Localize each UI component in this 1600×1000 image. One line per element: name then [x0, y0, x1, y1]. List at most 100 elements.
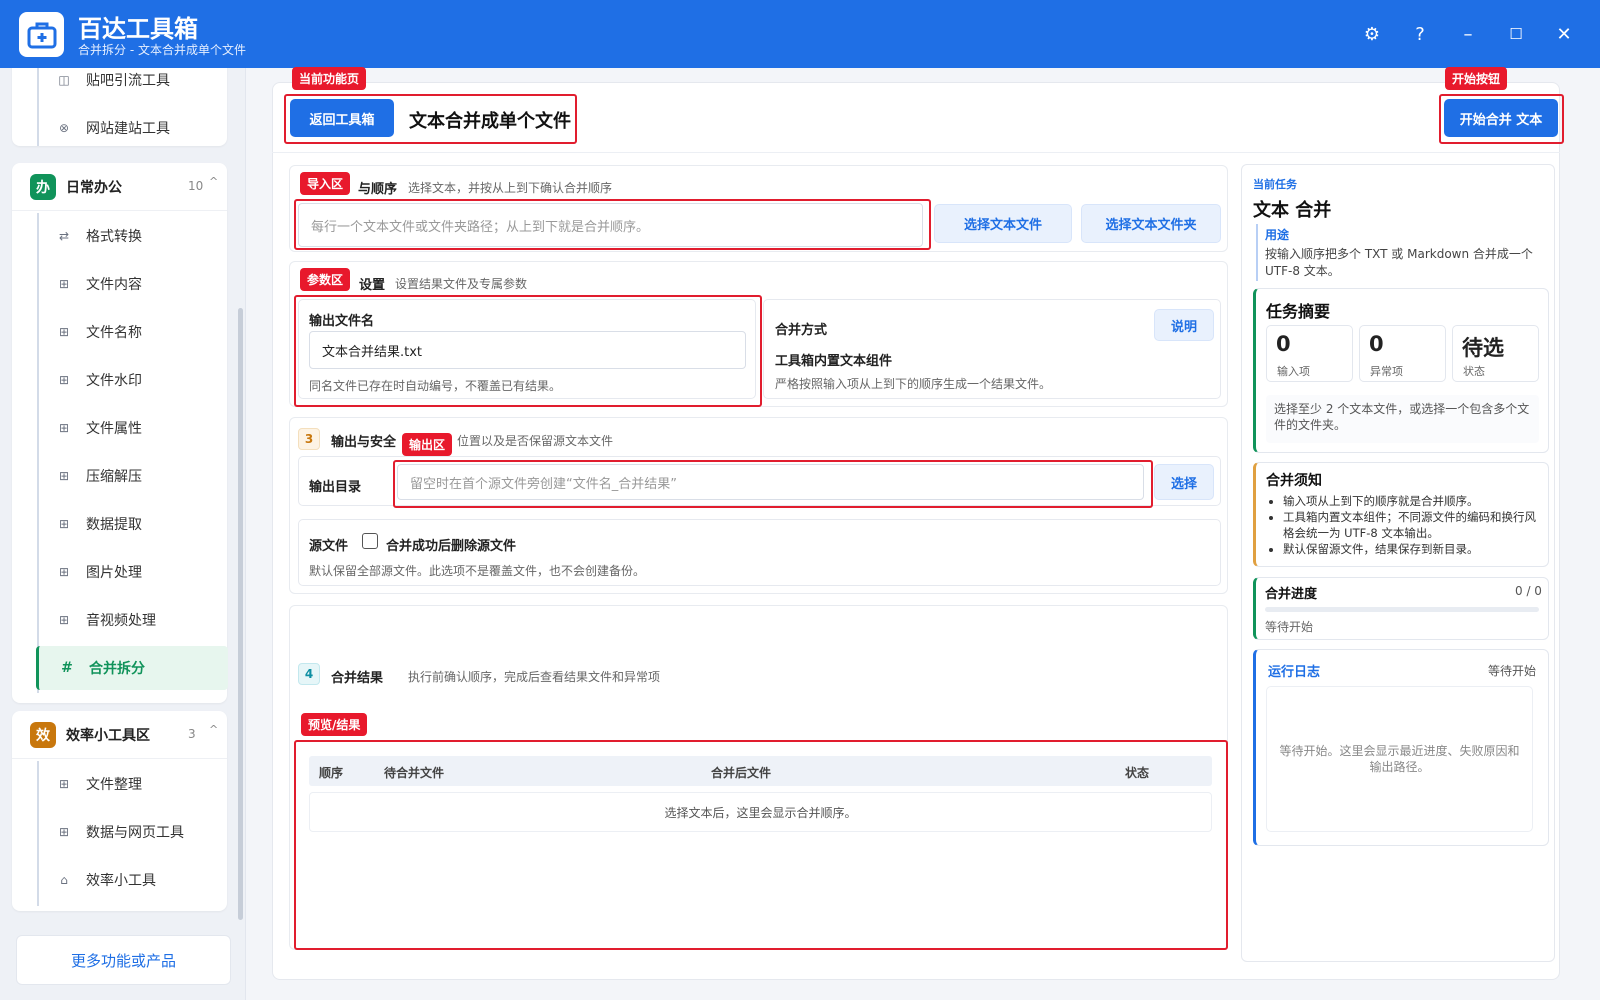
sidebar-item-label: 图片处理	[86, 565, 142, 581]
hash-icon: #	[61, 660, 73, 676]
close-icon[interactable]: ✕	[1550, 20, 1578, 48]
sidebar-item-label: 效率小工具	[86, 873, 156, 889]
sidebar-item-content[interactable]: ⊞ 文件内容	[36, 262, 228, 306]
page-title: 文本合并成单个文件	[409, 111, 571, 132]
stat-label: 输入项	[1277, 365, 1310, 378]
group-header-efficiency[interactable]: 效 效率小工具区 3 ^	[12, 711, 227, 759]
result-table-header: 顺序 待合并文件 合并后文件 状态	[309, 756, 1212, 786]
progress-status: 等待开始	[1265, 620, 1314, 634]
section-import-title: 与顺序	[358, 182, 398, 197]
sidebar-item-label: 贴吧引流工具	[86, 73, 170, 89]
delete-source-label[interactable]: 合并成功后删除源文件	[386, 535, 516, 554]
sidebar-item-web-data[interactable]: ⊞ 数据与网页工具	[36, 810, 228, 854]
summary-hint: 选择至少 2 个文本文件，或选择一个包含多个文件的文件夹。	[1266, 395, 1539, 443]
notes-title: 合并须知	[1266, 473, 1322, 489]
sidebar-item-label: 数据提取	[86, 517, 142, 533]
callout-output: 输出区	[402, 433, 453, 456]
sidebar-group-efficiency: 效 效率小工具区 3 ^ ⊞ 文件整理 ⊞ 数据与网页工具 ⌂ 效率小工具	[12, 711, 227, 911]
merge-mode-label: 合并方式	[775, 323, 828, 338]
sidebar-group-partial: ◫ 贴吧引流工具 ⊗ 网站建站工具	[12, 68, 227, 146]
sidebar-item-tieba[interactable]: ◫ 贴吧引流工具	[36, 68, 228, 102]
settings-gear-icon[interactable]: ⚙	[1358, 20, 1386, 48]
sidebar-item-label: 文件整理	[86, 777, 142, 793]
sidebar-item-label: 网站建站工具	[86, 121, 170, 137]
section-settings-desc: 设置结果文件及专属参数	[395, 277, 528, 291]
note-item: 默认保留源文件，结果保存到新目录。	[1283, 541, 1542, 557]
log-status: 等待开始	[1488, 664, 1537, 678]
grid-icon: ⊞	[58, 277, 70, 291]
sidebar-item-label: 格式转换	[86, 229, 142, 245]
group-title: 效率小工具区	[66, 728, 150, 744]
more-products-button[interactable]: 更多功能或产品	[16, 935, 231, 985]
app-subtitle: 合并拆分 - 文本合并成单个文件	[78, 43, 246, 57]
log-content: 等待开始。这里会显示最近进度、失败原因和输出路径。	[1266, 686, 1533, 832]
sidebar-item-compress[interactable]: ⊞ 压缩解压	[36, 454, 228, 498]
group-header-office[interactable]: 办 日常办公 10 ^	[12, 163, 227, 211]
group-count: 3	[188, 727, 196, 741]
website-icon: ⊗	[58, 121, 70, 135]
back-to-toolbox-button[interactable]: 返回工具箱	[290, 99, 394, 137]
sidebar-item-image[interactable]: ⊞ 图片处理	[36, 550, 228, 594]
callout-preview: 预览/结果	[301, 713, 368, 736]
grid-icon: ⊞	[58, 565, 70, 579]
merge-mode-help-button[interactable]: 说明	[1154, 309, 1214, 341]
section-result-desc: 执行前确认顺序，完成后查看结果文件和异常项	[408, 670, 661, 684]
select-text-files-button[interactable]: 选择文本文件	[934, 204, 1072, 243]
source-files-label: 源文件	[309, 539, 349, 554]
column-target: 合并后文件	[711, 766, 772, 780]
sidebar-item-media[interactable]: ⊞ 音视频处理	[36, 598, 228, 642]
sidebar-item-label: 音视频处理	[86, 613, 156, 629]
callout-start: 开始按钮	[1445, 67, 1508, 90]
sidebar-item-label: 合并拆分	[89, 661, 145, 677]
merge-mode-hint: 严格按照输入项从上到下的顺序生成一个结果文件。	[775, 377, 1052, 391]
sidebar-item-attributes[interactable]: ⊞ 文件属性	[36, 406, 228, 450]
grid-icon: ⊞	[58, 825, 70, 839]
start-merge-button[interactable]: 开始合并 文本	[1444, 99, 1558, 137]
select-text-folder-button[interactable]: 选择文本文件夹	[1081, 204, 1221, 243]
collapse-caret-icon[interactable]: ^	[209, 723, 218, 736]
tieba-icon: ◫	[58, 73, 70, 87]
sidebar-item-filename[interactable]: ⊞ 文件名称	[36, 310, 228, 354]
output-dir-label: 输出目录	[309, 480, 362, 495]
progress-count: 0 / 0	[1515, 584, 1542, 598]
result-empty-row: 选择文本后，这里会显示合并顺序。	[309, 792, 1212, 832]
toolbox-logo-icon	[19, 12, 64, 57]
sidebar-item-website[interactable]: ⊗ 网站建站工具	[36, 106, 228, 150]
usage-text: 按输入顺序把多个 TXT 或 Markdown 合并成一个 UTF-8 文本。	[1265, 247, 1533, 278]
section-number: 3	[298, 428, 320, 450]
sidebar-item-merge-split[interactable]: # 合并拆分	[36, 646, 228, 690]
output-dir-input[interactable]: 留空时在首个源文件旁创建“文件名_合并结果”	[397, 464, 1144, 500]
sidebar-item-extract[interactable]: ⊞ 数据提取	[36, 502, 228, 546]
notes-list: 输入项从上到下的顺序就是合并顺序。 工具箱内置文本组件；不同源文件的编码和换行风…	[1280, 493, 1542, 557]
sidebar-item-label: 压缩解压	[86, 469, 142, 485]
sidebar-item-label: 数据与网页工具	[86, 825, 184, 841]
sidebar-scrollbar[interactable]	[238, 308, 243, 920]
header-divider	[272, 152, 1560, 153]
section-settings-title: 设置	[359, 278, 386, 293]
sidebar-item-organize[interactable]: ⊞ 文件整理	[36, 762, 228, 806]
grid-icon: ⊞	[58, 517, 70, 531]
file-paths-textarea[interactable]: 每行一个文本文件或文件夹路径；从上到下就是合并顺序。	[298, 203, 923, 247]
section-output-desc: 位置以及是否保留源文本文件	[457, 434, 614, 448]
collapse-caret-icon[interactable]: ^	[209, 175, 218, 188]
minimize-icon[interactable]: –	[1454, 20, 1482, 48]
sidebar-item-watermark[interactable]: ⊞ 文件水印	[36, 358, 228, 402]
help-icon[interactable]: ?	[1406, 20, 1434, 48]
section-output-title: 输出与安全	[331, 435, 397, 450]
stat-label: 异常项	[1370, 365, 1403, 378]
sidebar-item-label: 文件水印	[86, 373, 142, 389]
stat-status: 待选 状态	[1452, 325, 1539, 382]
source-files-hint: 默认保留全部源文件。此选项不是覆盖文件，也不会创建备份。	[309, 564, 646, 578]
maximize-icon[interactable]: ☐	[1502, 20, 1530, 48]
stat-value: 待选	[1462, 336, 1504, 360]
delete-source-checkbox[interactable]	[362, 533, 378, 549]
column-status: 状态	[1125, 766, 1150, 780]
sidebar-item-format[interactable]: ⇄ 格式转换	[36, 214, 228, 258]
output-filename-input[interactable]: 文本合并结果.txt	[309, 331, 746, 369]
column-source: 待合并文件	[384, 766, 445, 780]
callout-import: 导入区	[300, 172, 351, 195]
group-title: 日常办公	[66, 180, 122, 196]
stat-input-count: 0 输入项	[1266, 325, 1353, 382]
choose-dir-button[interactable]: 选择	[1154, 464, 1214, 500]
sidebar-item-efficiency-tools[interactable]: ⌂ 效率小工具	[36, 858, 228, 902]
